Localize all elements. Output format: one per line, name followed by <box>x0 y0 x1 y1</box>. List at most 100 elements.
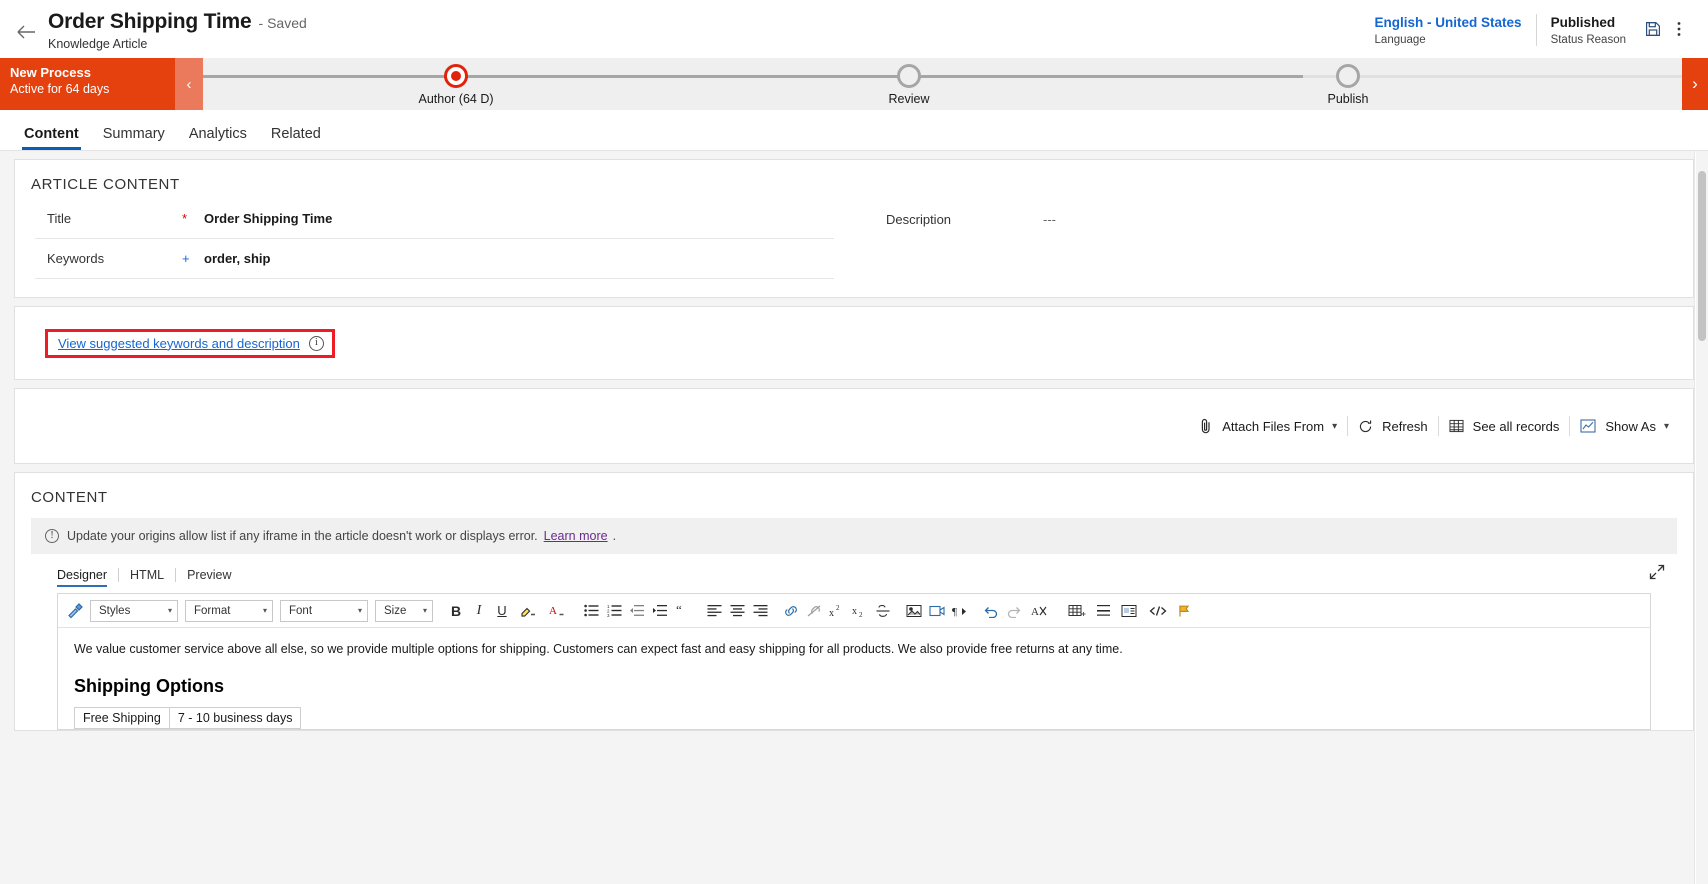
show-as-button[interactable]: Show As ▾ <box>1570 413 1679 439</box>
bullet-list-icon[interactable] <box>580 599 602 623</box>
article-heading: Shipping Options <box>74 676 224 696</box>
language-value[interactable]: English - United States <box>1375 14 1522 32</box>
insert-template-icon[interactable] <box>1115 599 1143 623</box>
language-field[interactable]: English - United States Language <box>1361 14 1536 46</box>
bold-icon[interactable]: B <box>445 599 467 623</box>
rte-content-body[interactable]: We value customer service above all else… <box>58 628 1650 729</box>
horizontal-rule-icon[interactable] <box>1092 599 1114 623</box>
insert-table-icon[interactable] <box>1063 599 1091 623</box>
vertical-scrollbar[interactable] <box>1696 151 1708 884</box>
more-vertical-icon[interactable] <box>1666 16 1692 42</box>
save-icon[interactable] <box>1640 16 1666 42</box>
info-circle-icon[interactable]: i <box>308 335 324 351</box>
size-dropdown[interactable]: Size ▾ <box>375 599 433 622</box>
blockquote-icon[interactable]: “ <box>672 599 694 623</box>
toolbar-label: Show As <box>1605 418 1656 434</box>
back-arrow-icon[interactable] <box>12 18 40 46</box>
status-reason-field: Published Status Reason <box>1535 14 1640 46</box>
tab-related[interactable]: Related <box>261 126 331 150</box>
underline-icon[interactable]: U <box>491 599 513 623</box>
bpf-track: Author (64 D) Review Publish <box>203 58 1682 110</box>
styles-dropdown[interactable]: Styles ▾ <box>90 599 178 622</box>
decrease-indent-icon[interactable] <box>626 599 648 623</box>
numbered-list-icon[interactable]: 1 2 3 <box>603 599 625 623</box>
editor-tab-html[interactable]: HTML <box>119 568 175 587</box>
format-dropdown[interactable]: Format ▾ <box>185 599 273 622</box>
tab-analytics[interactable]: Analytics <box>179 126 257 150</box>
dropdown-label: Format <box>194 604 231 617</box>
origins-notice: ! Update your origins allow list if any … <box>31 518 1677 554</box>
chart-icon <box>1580 419 1596 433</box>
svg-text:“: “ <box>676 604 682 617</box>
bpf-stage-marker <box>1336 64 1360 88</box>
insert-video-icon[interactable] <box>926 599 948 623</box>
toolbar-label: Attach Files From <box>1222 418 1325 434</box>
field-value: Order Shipping Time <box>204 211 333 226</box>
refresh-button[interactable]: Refresh <box>1348 413 1438 439</box>
article-content-card: ARTICLE CONTENT Title * Order Shipping T… <box>14 159 1694 298</box>
align-right-icon[interactable] <box>749 599 771 623</box>
insert-image-icon[interactable] <box>903 599 925 623</box>
flag-icon[interactable] <box>1173 599 1195 623</box>
rtl-ltr-icon[interactable]: ¶ <box>949 599 971 623</box>
italic-icon[interactable]: I <box>468 599 490 623</box>
subscript-icon[interactable]: x 2 <box>849 599 871 623</box>
svg-text:A: A <box>549 605 557 617</box>
editor-tab-designer[interactable]: Designer <box>57 568 118 587</box>
font-color-icon[interactable]: A <box>543 599 571 623</box>
editor-tab-preview[interactable]: Preview <box>176 568 242 587</box>
toolbar-label: See all records <box>1472 418 1560 434</box>
toolbar-label: Refresh <box>1382 418 1428 434</box>
chevron-right-icon[interactable]: › <box>1682 58 1708 110</box>
dropdown-label: Font <box>289 604 313 617</box>
learn-more-link[interactable]: Learn more <box>544 529 608 543</box>
undo-icon[interactable] <box>980 599 1002 623</box>
insert-link-icon[interactable] <box>780 599 802 623</box>
strikethrough-icon[interactable] <box>872 599 894 623</box>
bpf-stage-label: Publish <box>1327 92 1369 106</box>
format-painter-icon[interactable] <box>64 599 86 623</box>
content-editor-card: CONTENT ! Update your origins allow list… <box>14 472 1694 731</box>
tab-summary[interactable]: Summary <box>93 126 175 150</box>
svg-text:A: A <box>1031 606 1039 618</box>
table-cell-option: Free Shipping <box>74 707 170 729</box>
chevron-left-icon[interactable]: ‹ <box>175 58 203 110</box>
chevron-down-icon: ▾ <box>262 606 267 615</box>
field-keywords[interactable]: Keywords + order, ship <box>35 239 834 279</box>
page-title: Order Shipping Time <box>48 10 252 33</box>
tab-content[interactable]: Content <box>14 126 89 150</box>
article-content-title: ARTICLE CONTENT <box>31 176 180 193</box>
align-left-icon[interactable] <box>703 599 725 623</box>
superscript-icon[interactable]: x 2 <box>826 599 848 623</box>
field-label: Description <box>886 211 952 227</box>
form-content-area: ARTICLE CONTENT Title * Order Shipping T… <box>0 151 1708 884</box>
chevron-down-icon: ▾ <box>167 606 172 615</box>
expand-diagonal-icon[interactable] <box>1649 564 1665 585</box>
source-code-icon[interactable] <box>1144 599 1172 623</box>
chevron-down-icon: ▾ <box>422 606 427 615</box>
bpf-stage-review[interactable]: Review <box>829 58 989 106</box>
field-description[interactable]: Description --- <box>874 199 1673 239</box>
font-dropdown[interactable]: Font ▾ <box>280 599 368 622</box>
svg-text:x: x <box>829 608 834 618</box>
redo-icon[interactable] <box>1003 599 1025 623</box>
chevron-down-icon: ▾ <box>1332 420 1338 432</box>
suggestions-highlight: View suggested keywords and description … <box>45 328 335 358</box>
bpf-stage-publish[interactable]: Publish <box>1268 58 1428 106</box>
bpf-stage-label: Author (64 D) <box>418 92 494 106</box>
bpf-current-stage[interactable]: New Process Active for 64 days <box>0 58 175 110</box>
field-title[interactable]: Title * Order Shipping Time <box>35 199 834 239</box>
align-center-icon[interactable] <box>726 599 748 623</box>
see-all-records-button[interactable]: See all records <box>1439 413 1570 439</box>
bpf-stage-author[interactable]: Author (64 D) <box>376 58 536 106</box>
shipping-options-table: Free Shipping 7 - 10 business days <box>74 707 302 729</box>
record-header: Order Shipping Time - Saved Knowledge Ar… <box>0 0 1708 58</box>
highlight-color-icon[interactable] <box>514 599 542 623</box>
clear-format-icon[interactable]: A <box>1026 599 1054 623</box>
increase-indent-icon[interactable] <box>649 599 671 623</box>
view-suggested-keywords-link[interactable]: View suggested keywords and description <box>58 336 300 351</box>
attach-files-from-button[interactable]: Attach Files From ▾ <box>1189 413 1347 439</box>
scrollbar-thumb[interactable] <box>1698 171 1706 341</box>
status-label: Status Reason <box>1550 34 1626 46</box>
unlink-icon[interactable] <box>803 599 825 623</box>
